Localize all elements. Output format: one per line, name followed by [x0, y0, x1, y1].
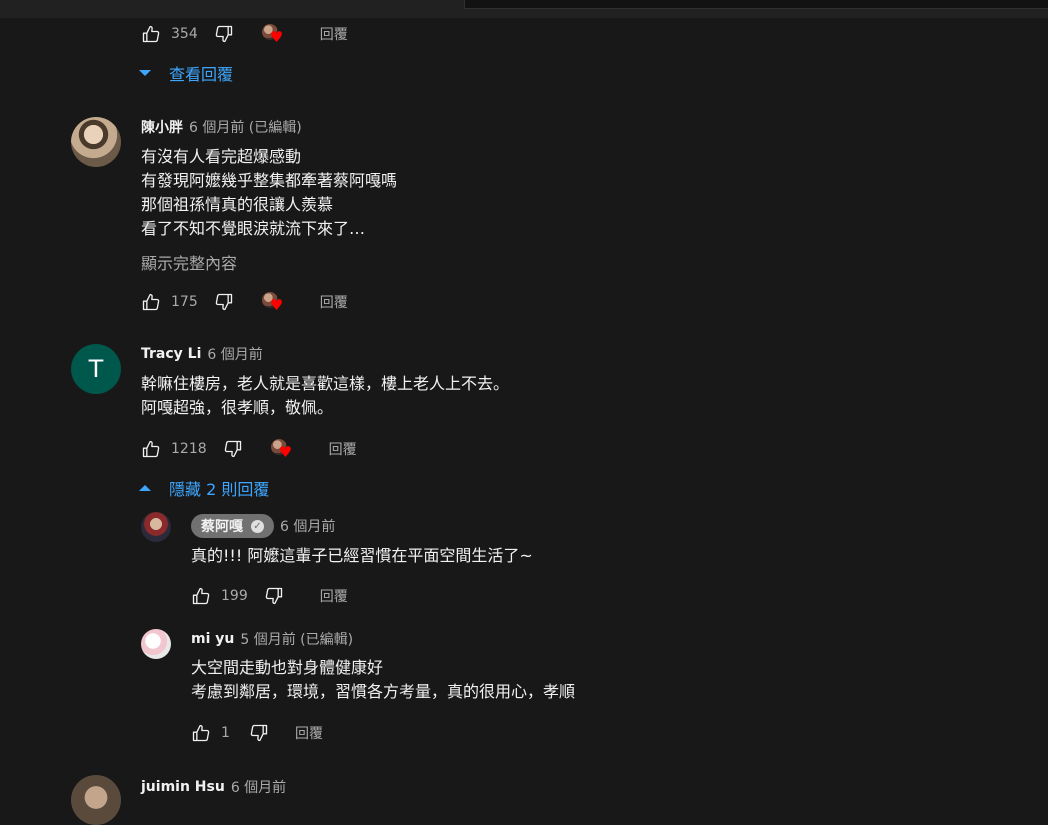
avatar[interactable] — [141, 512, 171, 542]
reply-button[interactable]: 回覆 — [320, 292, 348, 312]
comment-line: 那個祖孫情真的很讓人羨慕 — [141, 195, 334, 214]
dislike-icon[interactable] — [214, 24, 234, 44]
reply-text: 真的!!! 阿嬤這輩子已經習慣在平面空間生活了~ — [191, 546, 533, 565]
like-icon[interactable] — [141, 292, 161, 312]
top-bar-field — [464, 0, 1048, 9]
timestamp[interactable]: 6 個月前 — [207, 344, 262, 364]
hide-replies-label: 隱藏 2 則回覆 — [169, 480, 270, 499]
reply-header: 蔡阿嘎 ✓ 6 個月前 — [191, 514, 335, 538]
author-name[interactable]: 陳小胖 — [141, 117, 183, 137]
verified-check-icon: ✓ — [251, 519, 264, 533]
author-name[interactable]: Tracy Li — [141, 346, 201, 362]
reply-button[interactable]: 回覆 — [295, 723, 323, 743]
comment-text: 有沒有人看完超爆感動 有發現阿嬤幾乎整集都牽著蔡阿嘎嗎 那個祖孫情真的很讓人羨慕… — [141, 145, 397, 241]
reply-button[interactable]: 回覆 — [329, 439, 357, 459]
creator-heart-icon: ♥ — [261, 292, 284, 313]
comment-text: 幹嘛住樓房，老人就是喜歡這樣，樓上老人上不去。 阿嘎超強，很孝順，敬佩。 — [141, 372, 509, 420]
like-icon[interactable] — [141, 24, 161, 44]
comment-line: 有沒有人看完超爆感動 — [141, 147, 302, 166]
comment-header: Tracy Li 6 個月前 — [141, 344, 263, 364]
avatar[interactable] — [71, 117, 121, 167]
like-count: 354 — [171, 26, 198, 42]
reply-text: 大空間走動也對身體健康好 考慮到鄰居，環境，習慣各方考量，真的很用心，孝順 — [191, 656, 575, 704]
like-count: 199 — [221, 588, 248, 604]
collapse-triangle-icon — [139, 485, 151, 491]
comment-actions: 175 ♥ 回覆 — [141, 290, 348, 314]
like-count: 1218 — [171, 441, 207, 457]
show-more-button[interactable]: 顯示完整內容 — [141, 250, 237, 274]
comment-line: 有發現阿嬤幾乎整集都牽著蔡阿嘎嗎 — [141, 171, 398, 190]
comment-actions: 1218 ♥ 回覆 — [141, 437, 357, 461]
comment-actions: 354 ♥ 回覆 — [141, 22, 348, 46]
comment-line: 阿嘎超強，很孝順，敬佩。 — [141, 398, 334, 417]
top-bar — [0, 0, 1048, 18]
view-replies-button[interactable]: 查看回覆 — [139, 61, 233, 85]
reply-header: mi yu 5 個月前 (已編輯) — [191, 629, 353, 649]
reply-line: 大空間走動也對身體健康好 — [191, 658, 384, 677]
avatar[interactable] — [141, 629, 171, 659]
comment-header: 陳小胖 6 個月前 (已編輯) — [141, 117, 302, 137]
timestamp[interactable]: 5 個月前 (已編輯) — [240, 629, 353, 649]
like-count: 1 — [221, 725, 230, 741]
creator-badge[interactable]: 蔡阿嘎 ✓ — [191, 514, 274, 538]
timestamp[interactable]: 6 個月前 — [231, 777, 286, 797]
creator-heart-icon: ♥ — [261, 24, 284, 45]
like-icon[interactable] — [191, 723, 211, 743]
avatar[interactable] — [71, 775, 121, 825]
comment-line: 幹嘛住樓房，老人就是喜歡這樣，樓上老人上不去。 — [141, 374, 510, 393]
dislike-icon[interactable] — [249, 723, 269, 743]
avatar[interactable]: T — [71, 344, 121, 394]
timestamp[interactable]: 6 個月前 (已編輯) — [189, 117, 302, 137]
comment-line: 看了不知不覺眼淚就流下來了… — [141, 219, 366, 238]
like-icon[interactable] — [191, 586, 211, 606]
timestamp[interactable]: 6 個月前 — [280, 516, 335, 536]
reply-actions: 199 回覆 — [191, 584, 348, 608]
creator-heart-icon: ♥ — [270, 439, 293, 460]
hide-replies-button[interactable]: 隱藏 2 則回覆 — [139, 476, 269, 500]
reply-button[interactable]: 回覆 — [320, 24, 348, 44]
dislike-icon[interactable] — [223, 439, 243, 459]
author-name: 蔡阿嘎 — [201, 519, 243, 535]
avatar-letter: T — [88, 355, 104, 383]
like-count: 175 — [171, 294, 198, 310]
comment-header: juimin Hsu 6 個月前 — [141, 777, 286, 797]
reply-button[interactable]: 回覆 — [320, 586, 348, 606]
author-name[interactable]: juimin Hsu — [141, 779, 225, 795]
reply-actions: 1 回覆 — [191, 721, 323, 745]
author-name[interactable]: mi yu — [191, 631, 234, 647]
view-replies-label: 查看回覆 — [169, 65, 234, 84]
dislike-icon[interactable] — [264, 586, 284, 606]
like-icon[interactable] — [141, 439, 161, 459]
expand-triangle-icon — [139, 70, 151, 76]
reply-line: 考慮到鄰居，環境，習慣各方考量，真的很用心，孝順 — [191, 682, 576, 701]
dislike-icon[interactable] — [214, 292, 234, 312]
